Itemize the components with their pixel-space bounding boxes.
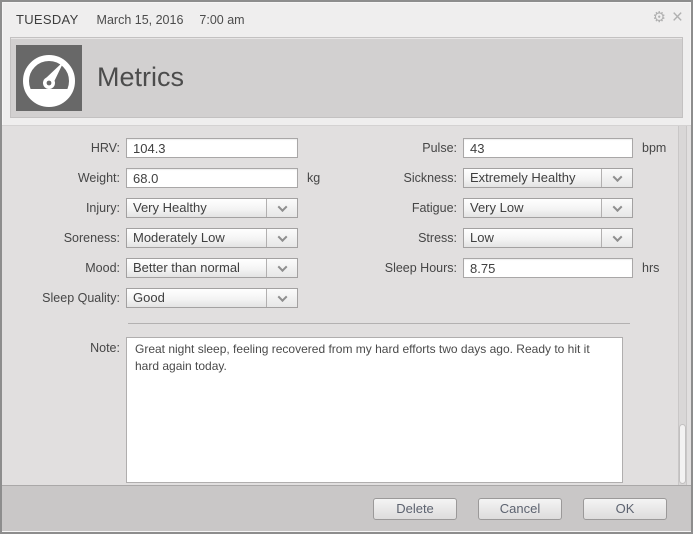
sickness-label: Sickness:	[403, 171, 458, 185]
mood-row: Mood: Better than normal	[2, 258, 349, 278]
soreness-selected-value: Moderately Low	[133, 230, 225, 245]
form-scrollbar-thumb[interactable]	[679, 424, 686, 484]
title-bar: TUESDAY March 15, 2016 7:00 am ⚙ ×	[2, 2, 691, 35]
fatigue-select[interactable]: Very Low	[463, 198, 633, 218]
pulse-label: Pulse:	[422, 141, 457, 155]
sleep-hours-unit: hrs	[642, 261, 660, 275]
pulse-row: Pulse: bpm	[349, 138, 691, 158]
mood-label: Mood:	[85, 261, 120, 275]
form-scrollbar[interactable]	[678, 126, 687, 485]
fatigue-label: Fatigue:	[411, 201, 457, 215]
fatigue-row: Fatigue: Very Low	[349, 198, 691, 218]
page-title: Metrics	[97, 62, 184, 92]
sleep-quality-label: Sleep Quality:	[42, 291, 120, 305]
form-column-right: Pulse: bpm Sickness: Extremely Healthy Fatig…	[349, 138, 691, 318]
note-label: Note:	[90, 341, 120, 355]
time-label: 7:00 am	[199, 12, 245, 27]
dialog-footer: Delete Cancel OK	[2, 485, 691, 531]
chevron-down-icon	[266, 259, 297, 277]
sleep-quality-row: Sleep Quality: Good	[2, 288, 349, 308]
soreness-label: Soreness:	[63, 231, 120, 245]
sleep-hours-label: Sleep Hours:	[384, 261, 457, 275]
chevron-down-icon	[601, 229, 632, 247]
pulse-unit: bpm	[642, 141, 667, 155]
chevron-down-icon	[601, 199, 632, 217]
injury-row: Injury: Very Healthy	[2, 198, 349, 218]
stress-selected-value: Low	[470, 230, 494, 245]
date-label: March 15, 2016	[96, 12, 184, 27]
gauge-icon	[16, 44, 82, 111]
fatigue-selected-value: Very Low	[470, 200, 524, 215]
hrv-row: HRV:	[2, 138, 349, 158]
sleep-quality-selected-value: Good	[133, 290, 165, 305]
chevron-down-icon	[266, 289, 297, 307]
stress-row: Stress: Low	[349, 228, 691, 248]
hrv-input[interactable]	[126, 138, 298, 158]
cancel-button[interactable]: Cancel	[478, 497, 562, 520]
ok-button[interactable]: OK	[583, 497, 667, 520]
stress-select[interactable]: Low	[463, 228, 633, 248]
stress-label: Stress:	[418, 231, 457, 245]
form-column-left: HRV: Weight: kg Injury: Very Healthy Soreness…	[2, 138, 349, 318]
injury-select[interactable]: Very Healthy	[126, 198, 298, 218]
metrics-form: HRV: Weight: kg Injury: Very Healthy Soreness…	[2, 125, 691, 485]
sickness-selected-value: Extremely Healthy	[470, 170, 576, 185]
sleep-hours-input[interactable]	[463, 258, 633, 278]
form-grid: HRV: Weight: kg Injury: Very Healthy Soreness…	[2, 138, 691, 318]
injury-selected-value: Very Healthy	[133, 200, 207, 215]
sickness-row: Sickness: Extremely Healthy	[349, 168, 691, 188]
weight-input[interactable]	[126, 168, 298, 188]
soreness-select[interactable]: Moderately Low	[126, 228, 298, 248]
weight-label: Weight:	[77, 171, 120, 185]
close-icon[interactable]: ×	[672, 8, 683, 27]
note-divider	[128, 323, 630, 324]
metrics-header-banner: Metrics	[10, 37, 683, 118]
sickness-select[interactable]: Extremely Healthy	[463, 168, 633, 188]
gear-icon[interactable]: ⚙	[652, 10, 665, 25]
pulse-input[interactable]	[463, 138, 633, 158]
weekday-label: TUESDAY	[16, 12, 79, 27]
note-textarea[interactable]: Great night sleep, feeling recovered fro…	[126, 337, 623, 483]
metrics-dialog-window: TUESDAY March 15, 2016 7:00 am ⚙ × Metri…	[0, 0, 693, 534]
chevron-down-icon	[266, 199, 297, 217]
mood-selected-value: Better than normal	[133, 260, 240, 275]
injury-label: Injury:	[85, 201, 120, 215]
delete-button[interactable]: Delete	[373, 497, 457, 520]
weight-unit: kg	[307, 171, 321, 185]
weight-row: Weight: kg	[2, 168, 349, 188]
sleep-hours-row: Sleep Hours: hrs	[349, 258, 691, 278]
titlebar-icons: ⚙ ×	[652, 8, 683, 27]
chevron-down-icon	[601, 169, 632, 187]
chevron-down-icon	[266, 229, 297, 247]
hrv-label: HRV:	[90, 141, 120, 155]
note-row: Note: Great night sleep, feeling recover…	[2, 337, 691, 483]
sleep-quality-select[interactable]: Good	[126, 288, 298, 308]
mood-select[interactable]: Better than normal	[126, 258, 298, 278]
soreness-row: Soreness: Moderately Low	[2, 228, 349, 248]
